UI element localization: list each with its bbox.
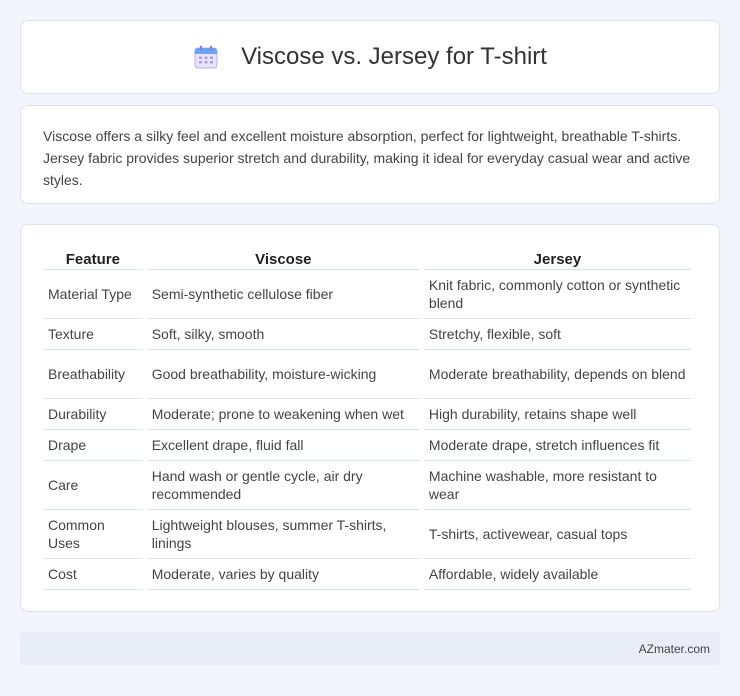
viscose-cell: Lightweight blouses, summer T-shirts, li… bbox=[146, 510, 420, 559]
footer: AZmater.com bbox=[20, 632, 720, 665]
jersey-cell: T-shirts, activewear, casual tops bbox=[423, 510, 691, 559]
table-row: Durability Moderate; prone to weakening … bbox=[43, 399, 691, 430]
header-jersey: Jersey bbox=[423, 243, 691, 270]
viscose-cell: Good breathability, moisture-wicking bbox=[146, 350, 420, 399]
viscose-cell: Hand wash or gentle cycle, air dry recom… bbox=[146, 461, 420, 510]
feature-cell: Drape bbox=[43, 430, 143, 461]
page-title: Viscose vs. Jersey for T-shirt bbox=[241, 43, 547, 70]
comparison-table-card: Feature Viscose Jersey Material Type Sem… bbox=[20, 224, 720, 612]
summary-card: Viscose offers a silky feel and excellen… bbox=[20, 105, 720, 204]
jersey-cell: Machine washable, more resistant to wear bbox=[423, 461, 691, 510]
table-row: Cost Moderate, varies by quality Afforda… bbox=[43, 559, 691, 590]
jersey-cell: Affordable, widely available bbox=[423, 559, 691, 590]
jersey-cell: Moderate breathability, depends on blend bbox=[423, 350, 691, 399]
feature-cell: Care bbox=[43, 461, 143, 510]
jersey-cell: Moderate drape, stretch influences fit bbox=[423, 430, 691, 461]
viscose-cell: Semi-synthetic cellulose fiber bbox=[146, 270, 420, 319]
feature-cell: Material Type bbox=[43, 270, 143, 319]
table-row: Breathability Good breathability, moistu… bbox=[43, 350, 691, 399]
footer-brand[interactable]: AZmater.com bbox=[639, 642, 710, 656]
title-card: Viscose vs. Jersey for T-shirt bbox=[20, 20, 720, 94]
header-feature: Feature bbox=[43, 243, 143, 270]
jersey-cell: Knit fabric, commonly cotton or syntheti… bbox=[423, 270, 691, 319]
table-row: Common Uses Lightweight blouses, summer … bbox=[43, 510, 691, 559]
jersey-cell: High durability, retains shape well bbox=[423, 399, 691, 430]
feature-cell: Breathability bbox=[43, 350, 143, 399]
calendar-icon bbox=[193, 44, 219, 70]
viscose-cell: Excellent drape, fluid fall bbox=[146, 430, 420, 461]
feature-cell: Durability bbox=[43, 399, 143, 430]
viscose-cell: Moderate, varies by quality bbox=[146, 559, 420, 590]
summary-text: Viscose offers a silky feel and excellen… bbox=[43, 128, 691, 188]
table-header-row: Feature Viscose Jersey bbox=[43, 243, 691, 270]
header-viscose: Viscose bbox=[146, 243, 420, 270]
feature-cell: Cost bbox=[43, 559, 143, 590]
table-row: Texture Soft, silky, smooth Stretchy, fl… bbox=[43, 319, 691, 350]
viscose-cell: Moderate; prone to weakening when wet bbox=[146, 399, 420, 430]
table-row: Material Type Semi-synthetic cellulose f… bbox=[43, 270, 691, 319]
jersey-cell: Stretchy, flexible, soft bbox=[423, 319, 691, 350]
feature-cell: Texture bbox=[43, 319, 143, 350]
feature-cell: Common Uses bbox=[43, 510, 143, 559]
table-row: Drape Excellent drape, fluid fall Modera… bbox=[43, 430, 691, 461]
viscose-cell: Soft, silky, smooth bbox=[146, 319, 420, 350]
comparison-table: Feature Viscose Jersey Material Type Sem… bbox=[39, 243, 695, 590]
table-row: Care Hand wash or gentle cycle, air dry … bbox=[43, 461, 691, 510]
